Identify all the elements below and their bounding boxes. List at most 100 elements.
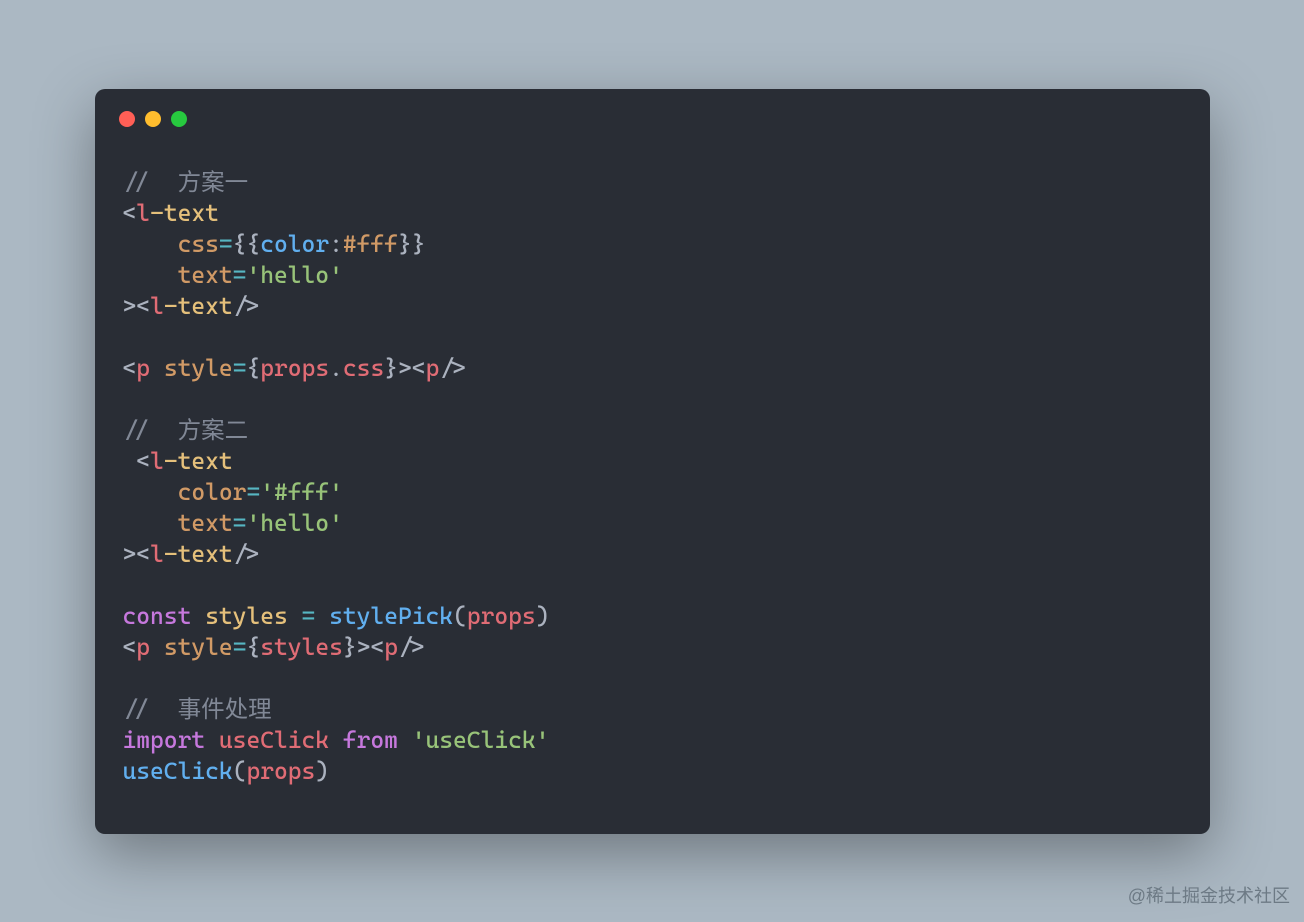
id-props: props: [467, 602, 536, 630]
comment-slashes: //: [123, 416, 178, 444]
punct-gt: >: [246, 540, 260, 568]
attr-color: color: [178, 478, 247, 506]
punct-colon: :: [329, 230, 343, 258]
tag-p: p: [426, 354, 440, 382]
id-props: props: [260, 354, 329, 382]
op-eq: =: [233, 633, 247, 661]
fn-useClick: useClick: [123, 757, 233, 785]
str-useClick: useClick: [425, 726, 535, 754]
str-hello: hello: [260, 261, 329, 289]
punct-rb: }: [384, 354, 398, 382]
punct-lt: <: [412, 354, 426, 382]
punct-lb: {: [246, 354, 260, 382]
indent: [123, 447, 137, 475]
str-fff: #fff: [274, 478, 329, 506]
punct-rb: }: [412, 230, 426, 258]
tag-text: -text: [150, 199, 219, 227]
punct-lp: (: [233, 757, 247, 785]
attr-text: text: [178, 509, 233, 537]
punct-rb: }: [343, 633, 357, 661]
punct-lt: <: [123, 199, 137, 227]
punct-dot: .: [329, 354, 343, 382]
punct-rp: ): [536, 602, 550, 630]
comment-text: 方案二: [178, 416, 249, 444]
indent: [123, 478, 178, 506]
tag-l: l: [150, 292, 164, 320]
tag-text: -text: [164, 447, 233, 475]
maximize-icon[interactable]: [171, 111, 187, 127]
punct-sq: ': [329, 478, 343, 506]
punct-sq: ': [536, 726, 550, 754]
tag-p: p: [136, 354, 150, 382]
comment-text: 方案一: [178, 168, 249, 196]
comment-slashes: //: [123, 168, 178, 196]
attr-css: css: [178, 230, 219, 258]
punct-lb: {: [246, 633, 260, 661]
attr-text: text: [178, 261, 233, 289]
punct-rp: ): [315, 757, 329, 785]
op-eq: =: [233, 261, 247, 289]
id-props: props: [246, 757, 315, 785]
punct-lt: <: [136, 292, 150, 320]
punct-sq: ': [246, 509, 260, 537]
punct-rb: }: [398, 230, 412, 258]
punct-lt: <: [136, 540, 150, 568]
punct-lb: {: [233, 230, 247, 258]
attr-style: style: [164, 633, 233, 661]
punct-lt: <: [370, 633, 384, 661]
punct-gt: >: [398, 354, 412, 382]
op-eq: =: [233, 354, 247, 382]
punct-sq: ': [329, 261, 343, 289]
id-css: css: [343, 354, 384, 382]
punct-lt: <: [123, 633, 137, 661]
punct-slash: /: [439, 354, 453, 382]
id-styles: styles: [260, 633, 343, 661]
punct-sq: ': [260, 478, 274, 506]
punct-slash: /: [233, 292, 247, 320]
str-hello: hello: [260, 509, 329, 537]
punct-lb: {: [246, 230, 260, 258]
indent: [123, 509, 178, 537]
tag-p: p: [136, 633, 150, 661]
punct-slash: /: [233, 540, 247, 568]
attr-style: style: [164, 354, 233, 382]
punct-gt: >: [246, 292, 260, 320]
indent: [123, 261, 178, 289]
op-eq: =: [219, 230, 233, 258]
punct-sq: ': [329, 509, 343, 537]
fn-stylePick: stylePick: [329, 602, 453, 630]
code-window: // 方案一 <l-text css={{color:#fff}} text='…: [95, 89, 1210, 834]
watermark: @稀土掘金技术社区: [1128, 882, 1290, 908]
punct-gt: >: [123, 540, 137, 568]
punct-sq: ': [412, 726, 426, 754]
tag-text: -text: [164, 540, 233, 568]
punct-gt: >: [123, 292, 137, 320]
kw-from: from: [343, 726, 398, 754]
indent: [123, 230, 178, 258]
kw-import: import: [123, 726, 206, 754]
id-color: color: [260, 230, 329, 258]
tag-p: p: [384, 633, 398, 661]
punct-lp: (: [453, 602, 467, 630]
punct-lt: <: [136, 447, 150, 475]
tag-text: -text: [164, 292, 233, 320]
id-useClick: useClick: [219, 726, 329, 754]
punct-gt: >: [357, 633, 371, 661]
close-icon[interactable]: [119, 111, 135, 127]
punct-lt: <: [123, 354, 137, 382]
tag-l: l: [150, 447, 164, 475]
punct-sq: ': [246, 261, 260, 289]
code-block: // 方案一 <l-text css={{color:#fff}} text='…: [123, 167, 1182, 787]
punct-slash: /: [398, 633, 412, 661]
op-eq: =: [302, 602, 316, 630]
op-eq: =: [233, 509, 247, 537]
tag-l: l: [136, 199, 150, 227]
comment-slashes: //: [123, 695, 178, 723]
minimize-icon[interactable]: [145, 111, 161, 127]
val-fff: #fff: [343, 230, 398, 258]
comment-text: 事件处理: [178, 695, 272, 723]
punct-gt: >: [412, 633, 426, 661]
kw-const: const: [123, 602, 192, 630]
punct-gt: >: [453, 354, 467, 382]
tag-l: l: [150, 540, 164, 568]
